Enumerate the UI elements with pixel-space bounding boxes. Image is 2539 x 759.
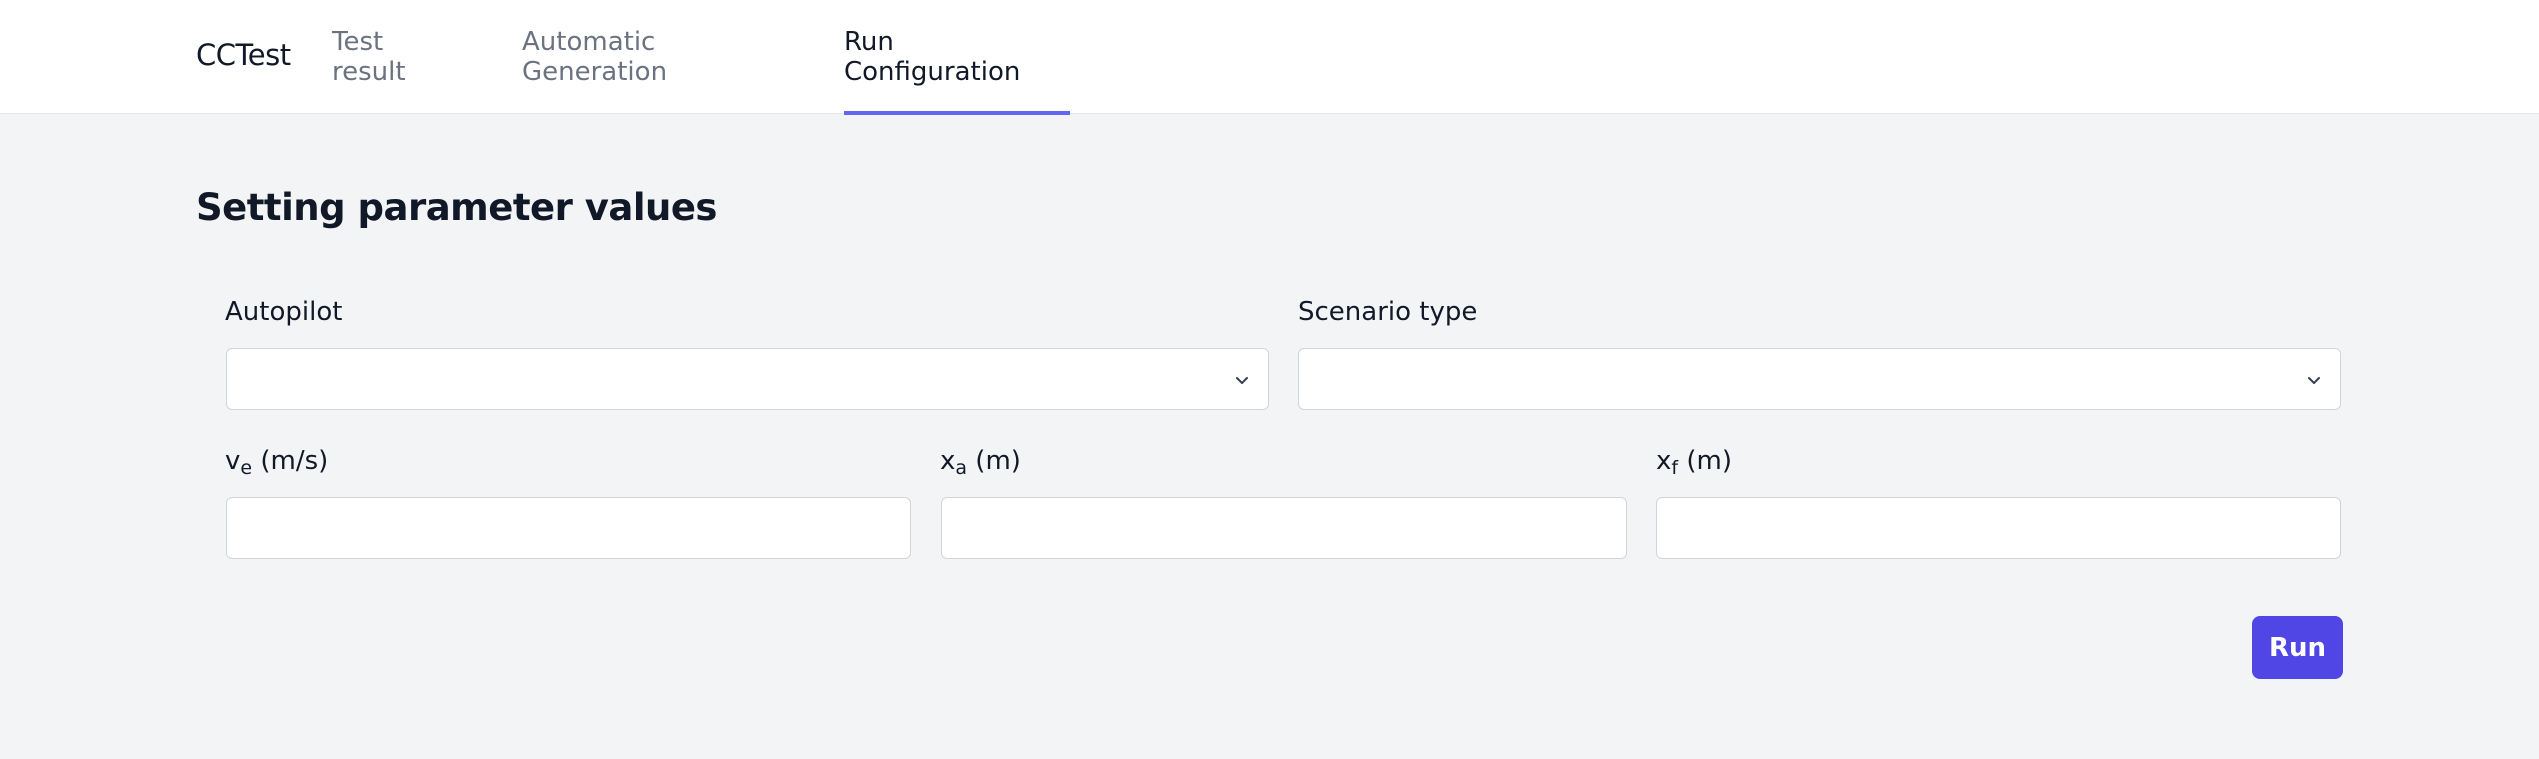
- xa-label-symbol: x: [940, 446, 956, 476]
- xa-input[interactable]: [941, 497, 1627, 559]
- xa-label-unit: (m): [967, 446, 1021, 476]
- run-button[interactable]: Run: [2252, 616, 2343, 679]
- ve-label-unit: (m/s): [252, 446, 329, 476]
- tab-automatic-generation[interactable]: Automatic Generation: [522, 0, 782, 114]
- ve-label-subscript: e: [240, 457, 253, 479]
- brand-logo-text[interactable]: CCTest: [196, 38, 291, 72]
- scenario-type-label: Scenario type: [1298, 297, 1478, 327]
- tab-test-result[interactable]: Test result: [332, 0, 456, 114]
- autopilot-label: Autopilot: [225, 297, 343, 327]
- chevron-down-icon: [2308, 377, 2320, 384]
- ve-input[interactable]: [226, 497, 911, 559]
- xa-label: xa (m): [940, 446, 1021, 479]
- xa-label-subscript: a: [955, 457, 968, 479]
- autopilot-select[interactable]: [226, 348, 1269, 410]
- tab-run-configuration[interactable]: Run Configuration: [844, 0, 1070, 115]
- page-title: Setting parameter values: [196, 186, 717, 229]
- xf-label: xf (m): [1656, 446, 1732, 479]
- chevron-down-icon: [1236, 377, 1248, 384]
- ve-label-symbol: v: [225, 446, 241, 476]
- xf-input[interactable]: [1656, 497, 2341, 559]
- ve-label: ve (m/s): [225, 446, 328, 479]
- xf-label-symbol: x: [1656, 446, 1672, 476]
- top-nav-bar: CCTest Test result Automatic Generation …: [0, 0, 2539, 115]
- xf-label-unit: (m): [1678, 446, 1732, 476]
- scenario-type-select[interactable]: [1298, 348, 2341, 410]
